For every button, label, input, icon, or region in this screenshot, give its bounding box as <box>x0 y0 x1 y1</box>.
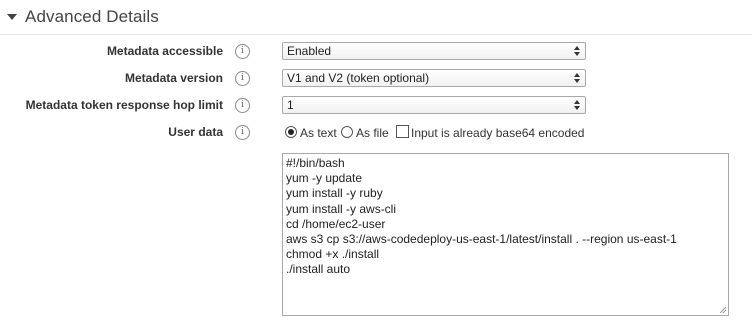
info-icon[interactable]: i <box>235 125 250 140</box>
user-data-textarea[interactable]: #!/bin/bash yum -y update yum install -y… <box>282 153 729 316</box>
as-file-label[interactable]: As file <box>356 126 389 140</box>
code-line: #!/bin/bash <box>286 156 345 170</box>
hop-limit-value: 1 <box>287 98 294 112</box>
code-line: yum install -y aws-cli <box>286 201 397 216</box>
advanced-details-header[interactable]: Advanced Details <box>0 0 752 35</box>
section-title: Advanced Details <box>25 7 159 26</box>
as-file-radio[interactable] <box>341 126 353 138</box>
select-arrows-icon <box>574 46 581 56</box>
hop-limit-label: Metadata token response hop limit <box>25 98 223 112</box>
select-arrows-icon <box>574 73 581 83</box>
as-text-radio[interactable] <box>285 126 297 138</box>
resize-grip-icon[interactable] <box>720 307 726 313</box>
metadata-accessible-label: Metadata accessible <box>106 44 223 58</box>
select-arrows-icon <box>574 100 581 110</box>
code-line: ./install auto <box>286 262 351 277</box>
metadata-version-select[interactable]: V1 and V2 (token optional) <box>282 69 586 87</box>
code-line: yum -y update <box>286 171 363 186</box>
metadata-version-label: Metadata version <box>124 71 223 85</box>
info-icon[interactable]: i <box>235 44 250 59</box>
info-icon[interactable]: i <box>235 98 250 113</box>
caret-down-icon[interactable] <box>7 14 17 20</box>
code-line: cd /home/ec2-user <box>286 216 386 231</box>
user-data-content: #!/bin/bash yum -y update yum install -y… <box>286 156 677 278</box>
as-text-label[interactable]: As text <box>300 126 337 140</box>
base64-label[interactable]: Input is already base64 encoded <box>411 126 584 140</box>
hop-limit-select[interactable]: 1 <box>282 96 586 114</box>
metadata-accessible-value: Enabled <box>287 44 332 58</box>
metadata-accessible-select[interactable]: Enabled <box>282 42 586 60</box>
code-line: aws s3 cp s3://aws-codedeploy-us-east-1/… <box>286 232 677 247</box>
code-line: yum install -y ruby <box>286 186 383 201</box>
metadata-version-value: V1 and V2 (token optional) <box>287 71 430 85</box>
base64-checkbox[interactable] <box>396 125 409 138</box>
code-line: chmod +x ./install <box>286 247 380 262</box>
info-icon[interactable]: i <box>235 71 250 86</box>
user-data-label: User data <box>168 125 223 139</box>
